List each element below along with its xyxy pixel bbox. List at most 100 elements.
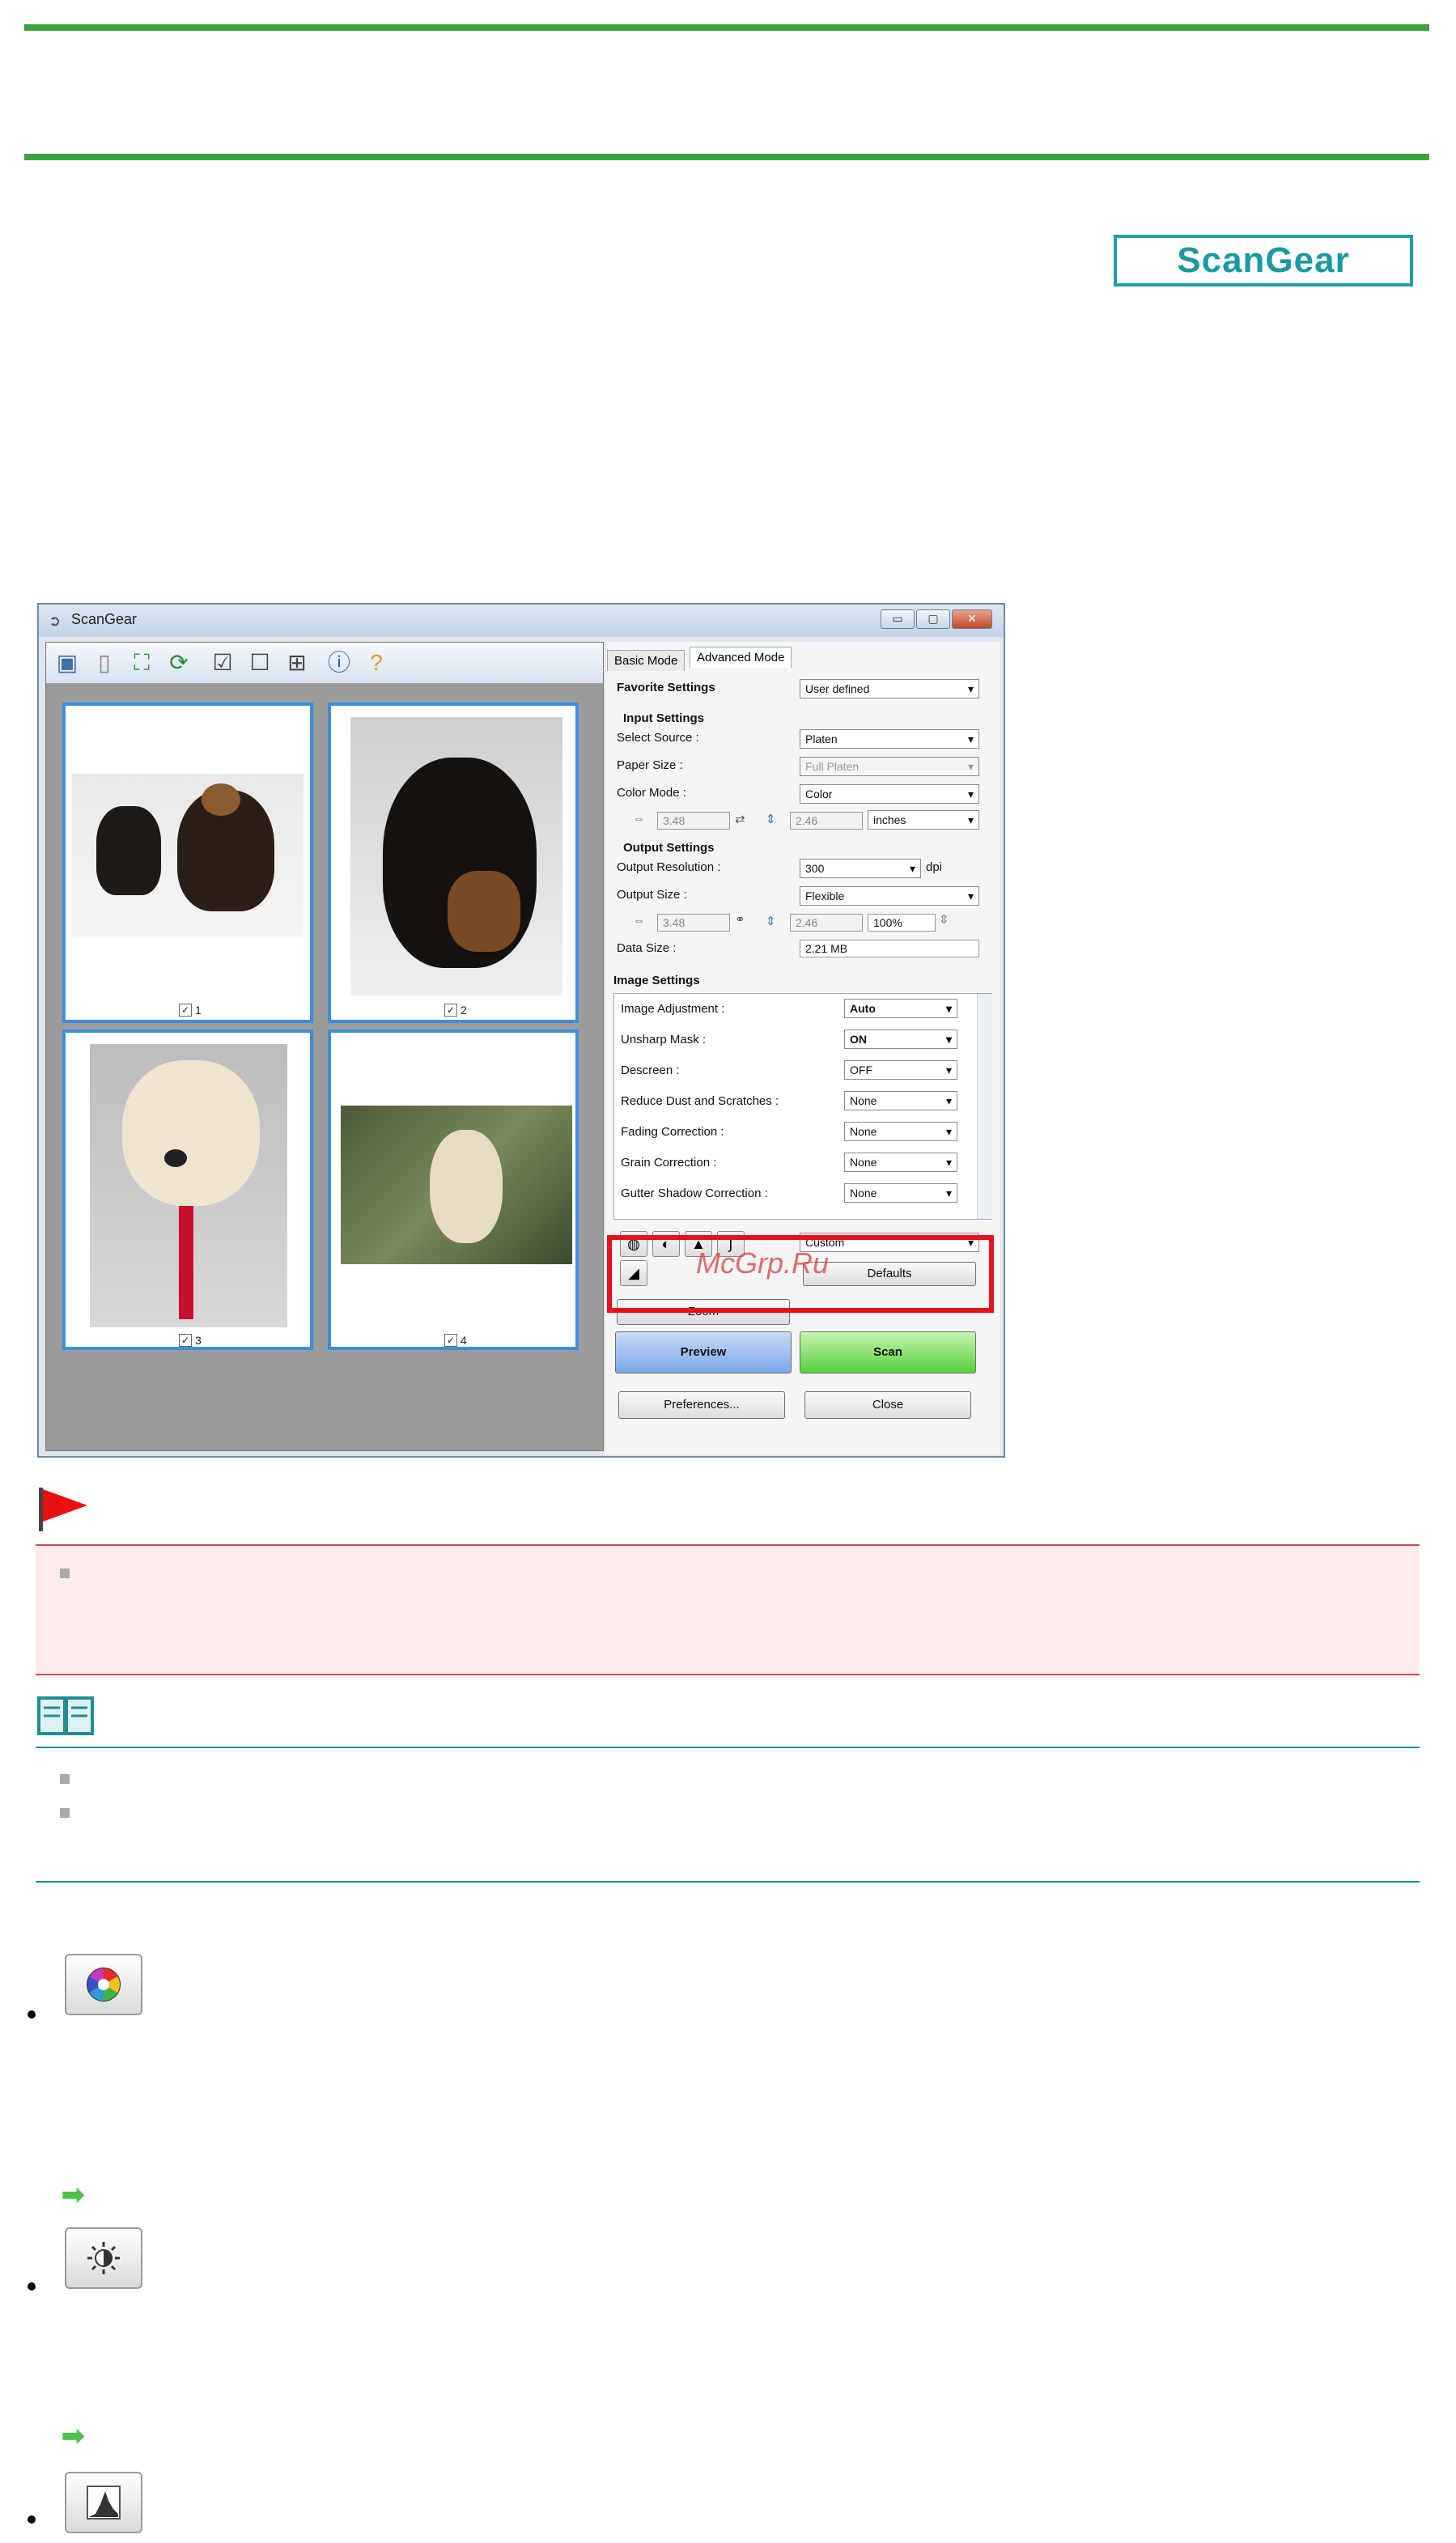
red-leash [179,1206,193,1319]
link-arrow-icon[interactable]: ➡ [62,2179,85,2211]
window-titlebar: ➲ ScanGear ▭ ▢ ✕ [39,605,1004,637]
dpi-label: dpi [926,860,943,874]
preview-button[interactable]: Preview [615,1331,792,1373]
paper-size-select[interactable]: Full Platen [800,757,979,776]
fading-correction-select[interactable]: None [844,1122,957,1141]
dog-silhouette [96,806,161,895]
window-title: ScanGear [71,611,138,627]
color-wheel-icon [87,1968,121,2002]
help-icon[interactable]: ? [362,648,391,677]
input-width-field[interactable]: 3.48 [657,812,730,830]
settings-pane: Basic Mode Advanced Mode Favorite Settin… [605,642,1000,1454]
preferences-button[interactable]: Preferences... [618,1391,785,1419]
thumbnail-1[interactable]: ✓ 1 [62,703,313,1023]
check-mark: ✓ [179,1004,192,1017]
tab-basic-mode[interactable]: Basic Mode [607,650,686,671]
photo-dachshund [350,717,562,996]
favorite-settings-label: Favorite Settings [617,681,715,694]
image-adjustment-label: Image Adjustment : [621,1002,725,1016]
tab-advanced-mode[interactable]: Advanced Mode [690,647,792,668]
check-mark: ✓ [444,1004,457,1017]
descreen-label: Descreen : [621,1063,680,1077]
scangear-logo: ScanGear [1114,235,1413,287]
bullet-square [60,1569,70,1578]
bullet-square [60,1774,70,1784]
thumbnail-number: 1 [195,1004,202,1017]
important-flag-icon [39,1488,87,1531]
list-bullet [28,2282,36,2290]
height-icon: ⇕ [766,813,776,826]
clear-all-icon[interactable]: ☐ [245,648,274,677]
close-window-button[interactable]: ✕ [952,609,992,629]
favorite-settings-select[interactable]: User defined [800,679,979,698]
output-size-select[interactable]: Flexible [800,886,979,906]
crop-icon[interactable]: ⛶ [127,648,156,677]
thumbnail-3[interactable]: ✓ 3 [62,1030,313,1350]
dog-body-light [430,1130,503,1243]
color-mode-label: Color Mode : [617,786,686,800]
dog-muzzle [448,871,520,952]
important-box [36,1544,1420,1675]
minimize-button[interactable]: ▭ [881,609,915,629]
document-icon[interactable]: ▯ [90,648,119,677]
grain-correction-select[interactable]: None [844,1153,957,1172]
close-button[interactable]: Close [804,1391,971,1419]
scale-stepper-icon[interactable]: ⇳ [939,912,949,927]
link-arrow-icon[interactable]: ➡ [62,2420,85,2452]
height-icon: ⇕ [766,915,776,928]
note-book-icon [37,1696,94,1735]
bullet-square [60,1808,70,1818]
thumbnail-2-checkbox[interactable]: ✓ 2 [444,1004,467,1017]
fading-correction-label: Fading Correction : [621,1125,724,1139]
thumbnail-2[interactable]: ✓ 2 [328,703,579,1023]
thumbnail-4-checkbox[interactable]: ✓ 4 [444,1334,467,1347]
unsharp-mask-select[interactable]: ON [844,1030,957,1049]
output-resolution-select[interactable]: 300 [800,859,921,878]
logo-text: ScanGear [1177,240,1350,280]
color-mode-select[interactable]: Color [800,784,979,804]
check-mark: ✓ [179,1334,192,1347]
image-settings-scrollbar[interactable] [977,994,992,1219]
brightness-contrast-button[interactable] [65,2227,142,2289]
brightness-icon [87,2242,120,2274]
scangear-window: ➲ ScanGear ▭ ▢ ✕ ▣ ▯ ⛶ ⟳ ☑ ☐ ⊞ ⓘ ? ✓ 1 ✓… [37,603,1005,1458]
histogram-button[interactable] [65,2472,142,2533]
thumbnail-number: 2 [461,1004,467,1017]
descreen-select[interactable]: OFF [844,1060,957,1080]
dog-nose [164,1149,187,1167]
units-select[interactable]: inches [868,810,979,830]
color-adjustment-button[interactable] [65,1954,142,2015]
link-icon[interactable]: ⚭ [735,912,745,927]
scan-button[interactable]: Scan [800,1331,976,1373]
image-adjustment-select[interactable]: Auto [844,999,957,1018]
preview-pane: ▣ ▯ ⛶ ⟳ ☑ ☐ ⊞ ⓘ ? ✓ 1 ✓ 2 ✓ 3 ✓ 4 [45,642,604,1451]
thumbnail-4[interactable]: ✓ 4 [328,1030,579,1350]
histogram-icon [87,2486,121,2520]
gutter-shadow-select[interactable]: None [844,1183,957,1203]
maximize-button[interactable]: ▢ [916,609,950,629]
reduce-dust-select[interactable]: None [844,1091,957,1110]
width-icon: ⇔ [633,812,645,826]
width-icon: ⇔ [633,914,645,928]
multi-crop-icon[interactable]: ⊞ [282,648,312,677]
output-size-label: Output Size : [617,888,687,902]
output-settings-heading: Output Settings [623,841,715,855]
thumbnail-3-checkbox[interactable]: ✓ 3 [179,1334,202,1347]
select-source-select[interactable]: Platen [800,729,979,749]
output-width-field[interactable]: 3.48 [657,914,730,932]
photo-labrador-leash [90,1044,287,1327]
second-rule [24,154,1429,160]
thumbnail-icon[interactable]: ▣ [53,648,82,677]
data-size-label: Data Size : [617,941,677,955]
thumbnail-1-checkbox[interactable]: ✓ 1 [179,1004,202,1017]
select-all-icon[interactable]: ☑ [208,648,237,677]
swap-icon[interactable]: ⇄ [735,812,745,826]
scale-field[interactable]: 100% [868,914,936,932]
rotate-icon[interactable]: ⟳ [164,648,193,677]
grain-correction-label: Grain Correction : [621,1156,717,1170]
output-height-field[interactable]: 2.46 [790,914,863,932]
input-height-field[interactable]: 2.46 [790,812,863,830]
info-icon[interactable]: ⓘ [325,648,354,677]
top-rule [24,24,1429,31]
list-bullet [28,2515,36,2524]
